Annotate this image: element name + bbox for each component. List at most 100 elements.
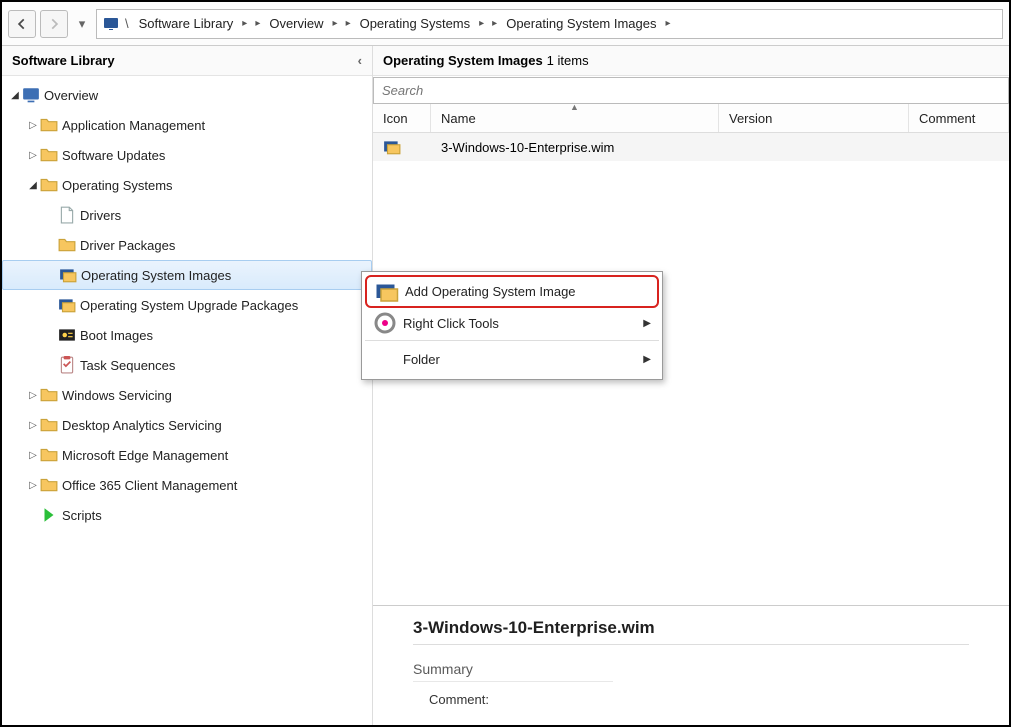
breadcrumb-item[interactable]: Operating System Images bbox=[502, 14, 660, 33]
tree-node[interactable]: ▷ Windows Servicing bbox=[2, 380, 372, 410]
cell-name: 3-Windows-10-Enterprise.wim bbox=[431, 140, 719, 155]
detail-title: 3-Windows-10-Enterprise.wim bbox=[413, 618, 969, 638]
tree-collapsed-icon[interactable]: ▷ bbox=[26, 390, 40, 401]
tree-node[interactable]: Task Sequences bbox=[2, 350, 372, 380]
tree-node-label: Windows Servicing bbox=[62, 388, 172, 403]
detail-comment-label: Comment: bbox=[429, 692, 969, 707]
navigation-tree: ◢ Overview ▷ Application Management ▷ Softwar… bbox=[2, 80, 372, 530]
context-menu-item[interactable]: Add Operating System Image bbox=[365, 275, 659, 308]
sidebar-title: Software Library bbox=[12, 53, 115, 68]
col-header-name[interactable]: ▲Name bbox=[431, 104, 719, 132]
sidebar: Software Library ‹ ◢ Overview ▷ Application… bbox=[2, 46, 373, 725]
col-header-comment[interactable]: Comment bbox=[909, 104, 1009, 132]
main-item-count: 1 items bbox=[547, 53, 589, 68]
osimage-icon bbox=[375, 280, 399, 304]
tree-node-label: Desktop Analytics Servicing bbox=[62, 418, 222, 433]
breadcrumb-separator-icon: ▸ bbox=[242, 18, 247, 29]
breadcrumb-separator-icon: ▸ bbox=[346, 18, 351, 29]
folder-icon bbox=[40, 446, 58, 464]
main-panel: Operating System Images 1 items Icon ▲Na… bbox=[373, 46, 1009, 725]
nav-history-dropdown[interactable]: ▾ bbox=[72, 10, 92, 38]
tree-expanded-icon[interactable]: ◢ bbox=[8, 90, 22, 101]
breadcrumb-separator-icon: ▸ bbox=[333, 18, 338, 29]
tree-node-label: Software Updates bbox=[62, 148, 165, 163]
console-icon bbox=[103, 16, 119, 32]
folder-icon bbox=[40, 116, 58, 134]
boot-icon bbox=[58, 326, 76, 344]
tools-icon bbox=[373, 311, 397, 335]
tree-node[interactable]: Scripts bbox=[2, 500, 372, 530]
folder-icon bbox=[40, 176, 58, 194]
tree-node[interactable]: ◢ Operating Systems bbox=[2, 170, 372, 200]
script-icon bbox=[40, 506, 58, 524]
breadcrumb-separator-icon: ▸ bbox=[479, 18, 484, 29]
tree-collapsed-icon[interactable]: ▷ bbox=[26, 120, 40, 131]
tree-node[interactable]: Driver Packages bbox=[2, 230, 372, 260]
osimage-icon bbox=[59, 266, 77, 284]
folder-icon bbox=[40, 386, 58, 404]
tree-node[interactable]: Boot Images bbox=[2, 320, 372, 350]
grid-body: 3-Windows-10-Enterprise.wim bbox=[373, 133, 1009, 161]
folder-icon bbox=[40, 146, 58, 164]
detail-panel: 3-Windows-10-Enterprise.wim Summary Comm… bbox=[373, 605, 1009, 725]
tree-expanded-icon[interactable]: ◢ bbox=[26, 180, 40, 191]
breadcrumb-item[interactable]: Software Library bbox=[135, 14, 238, 33]
breadcrumb-item[interactable]: Operating Systems bbox=[356, 14, 475, 33]
tree-node-label: Application Management bbox=[62, 118, 205, 133]
tree-node[interactable]: ◢ Overview bbox=[2, 80, 372, 110]
breadcrumb-separator-icon: ▸ bbox=[666, 18, 671, 29]
tree-node[interactable]: ▷ Office 365 Client Management bbox=[2, 470, 372, 500]
tree-collapsed-icon[interactable]: ▷ bbox=[26, 450, 40, 461]
sort-indicator-icon: ▲ bbox=[570, 102, 579, 112]
col-header-icon[interactable]: Icon bbox=[373, 104, 431, 132]
tree-node-label: Overview bbox=[44, 88, 98, 103]
folder-icon bbox=[58, 236, 76, 254]
tree-node-label: Office 365 Client Management bbox=[62, 478, 237, 493]
context-menu-item[interactable]: Right Click Tools▶ bbox=[365, 308, 659, 341]
tree-node[interactable]: ▷ Application Management bbox=[2, 110, 372, 140]
table-row[interactable]: 3-Windows-10-Enterprise.wim bbox=[373, 133, 1009, 161]
tree-node-label: Operating System Upgrade Packages bbox=[80, 298, 298, 313]
breadcrumb-root-sep: \ bbox=[125, 16, 129, 31]
main-header: Operating System Images 1 items bbox=[373, 46, 1009, 76]
folder-icon bbox=[40, 416, 58, 434]
breadcrumb-item[interactable]: Overview bbox=[265, 14, 327, 33]
tree-node[interactable]: Operating System Upgrade Packages bbox=[2, 290, 372, 320]
tree-node-label: Task Sequences bbox=[80, 358, 175, 373]
doc-icon bbox=[58, 206, 76, 224]
folder-icon bbox=[40, 476, 58, 494]
context-menu: Add Operating System Image Right Click To… bbox=[361, 271, 663, 380]
tree-collapsed-icon[interactable]: ▷ bbox=[26, 480, 40, 491]
tree-collapsed-icon[interactable]: ▷ bbox=[26, 420, 40, 431]
tree-node[interactable]: Drivers bbox=[2, 200, 372, 230]
tree-node[interactable]: ▷ Desktop Analytics Servicing bbox=[2, 410, 372, 440]
nav-forward-button[interactable] bbox=[40, 10, 68, 38]
tree-node[interactable]: ▷ Microsoft Edge Management bbox=[2, 440, 372, 470]
context-menu-item[interactable]: Folder▶ bbox=[365, 343, 659, 376]
col-header-version[interactable]: Version bbox=[719, 104, 909, 132]
grid-blank-area[interactable]: Add Operating System ImageRight Click To… bbox=[373, 161, 1009, 605]
sidebar-collapse-button[interactable]: ‹ bbox=[358, 53, 362, 68]
main-title: Operating System Images bbox=[383, 53, 543, 68]
tree-node[interactable]: ▷ Software Updates bbox=[2, 140, 372, 170]
grid-header: Icon ▲Name Version Comment bbox=[373, 104, 1009, 133]
nav-back-button[interactable] bbox=[8, 10, 36, 38]
tree-node-label: Operating System Images bbox=[81, 268, 231, 283]
tree-collapsed-icon[interactable]: ▷ bbox=[26, 150, 40, 161]
breadcrumb-separator-icon: ▸ bbox=[492, 18, 497, 29]
search-input[interactable] bbox=[373, 77, 1009, 104]
console-icon bbox=[22, 86, 40, 104]
osimage-icon bbox=[383, 138, 401, 156]
breadcrumb[interactable]: \ Software Library ▸ ▸ Overview ▸ ▸ Operating … bbox=[96, 9, 1003, 39]
tree-node-label: Drivers bbox=[80, 208, 121, 223]
tree-node-label: Microsoft Edge Management bbox=[62, 448, 228, 463]
context-menu-label: Add Operating System Image bbox=[405, 284, 649, 299]
tree-node[interactable]: Operating System Images bbox=[2, 260, 372, 290]
submenu-arrow-icon: ▶ bbox=[643, 318, 651, 329]
navigation-bar: ▾ \ Software Library ▸ ▸ Overview ▸ ▸ Operatin… bbox=[2, 2, 1009, 46]
task-icon bbox=[58, 356, 76, 374]
detail-section-summary[interactable]: Summary bbox=[413, 661, 613, 682]
submenu-arrow-icon: ▶ bbox=[643, 354, 651, 365]
tree-node-label: Scripts bbox=[62, 508, 102, 523]
tree-node-label: Operating Systems bbox=[62, 178, 173, 193]
